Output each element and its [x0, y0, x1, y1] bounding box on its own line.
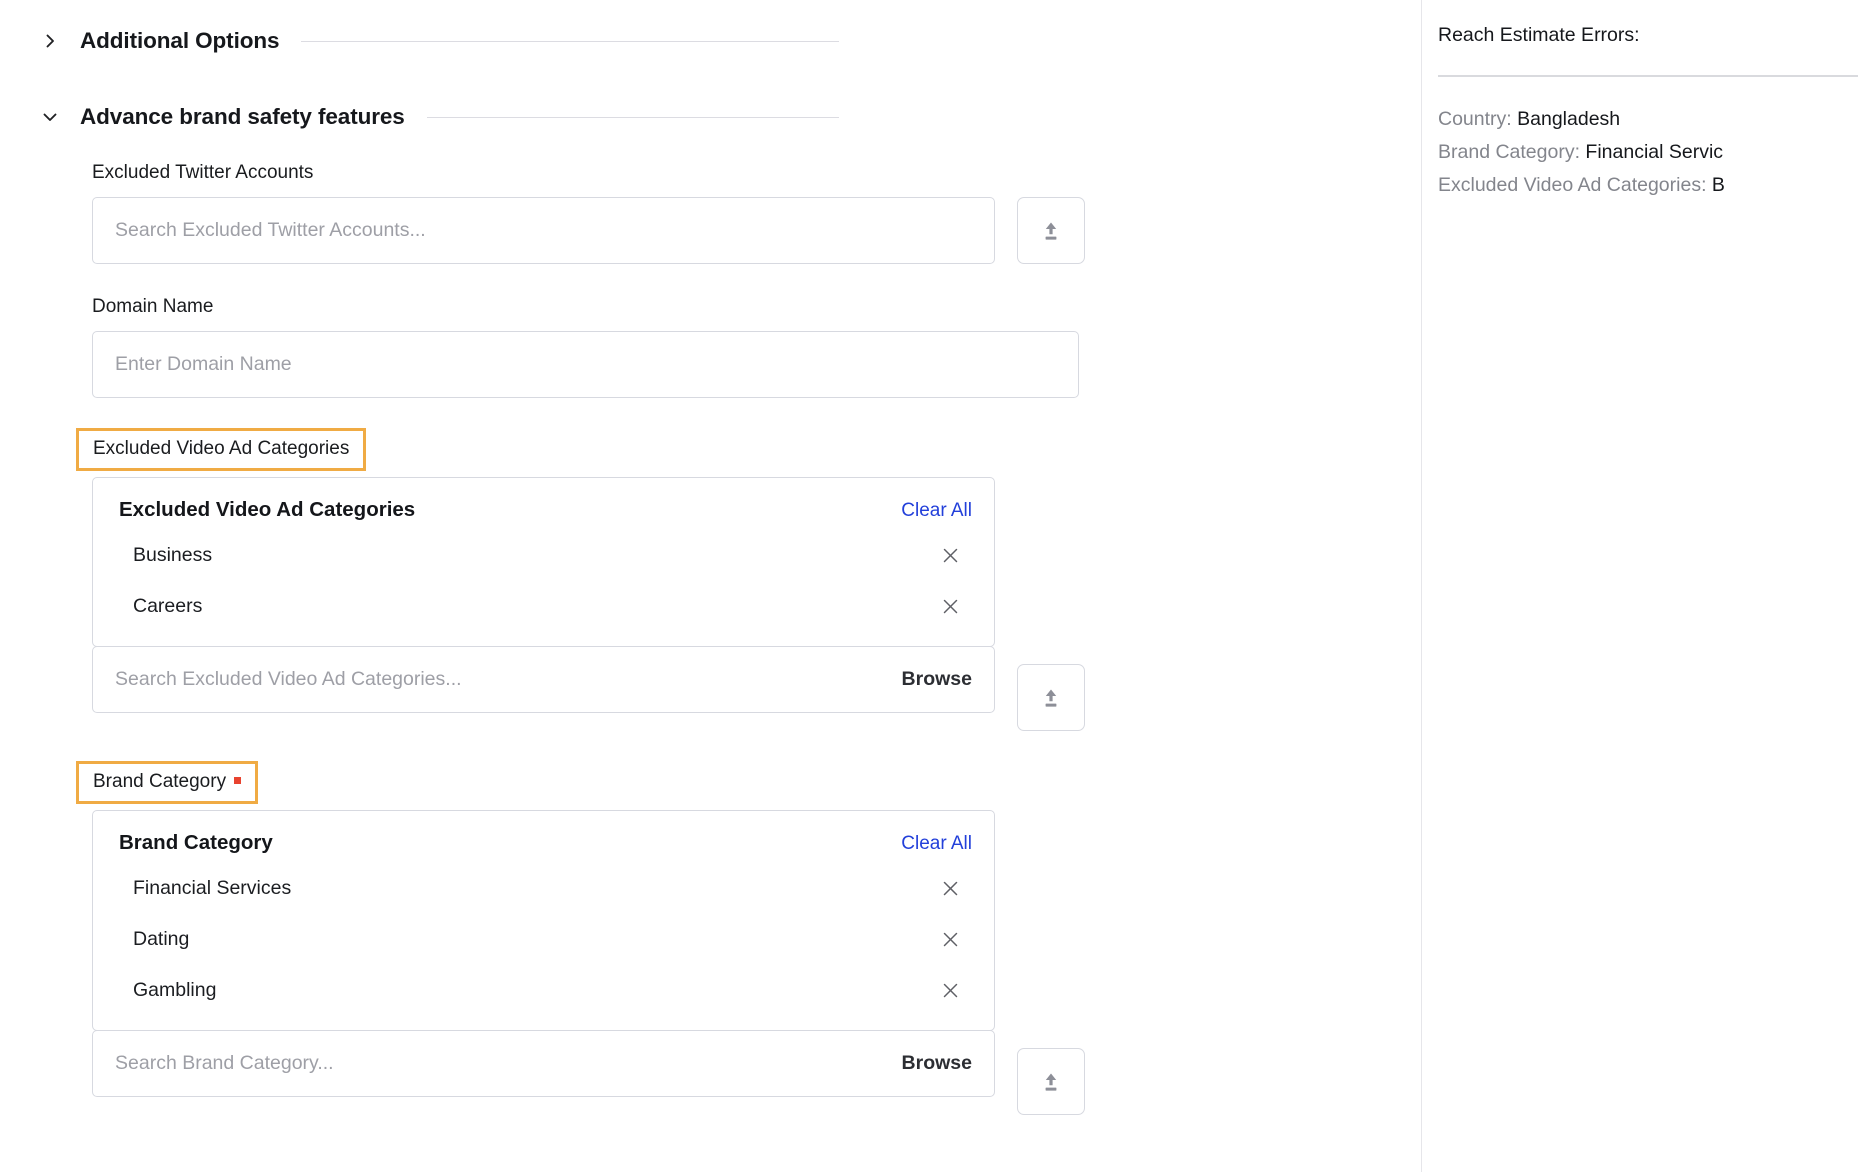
placeholder-text: Search Excluded Twitter Accounts...: [115, 219, 426, 241]
upload-button-twitter-accounts[interactable]: [1017, 197, 1085, 264]
excluded-video-ad-categories-label-highlight: Excluded Video Ad Categories: [76, 428, 367, 471]
reach-estimate-errors-title: Reach Estimate Errors:: [1438, 24, 1640, 46]
list-item-label: Financial Services: [133, 877, 292, 899]
chevron-down-icon: [42, 109, 58, 125]
excluded-video-ad-categories-control: Excluded Video Ad Categories Clear All B…: [92, 477, 1422, 731]
domain-name-input[interactable]: Enter Domain Name: [92, 331, 1079, 398]
list-item-label: Business: [133, 544, 213, 566]
list-item: Business: [93, 530, 994, 581]
remove-item-icon[interactable]: [938, 595, 962, 619]
section-header-additional-options[interactable]: Additional Options: [0, 28, 1422, 54]
list-item: Careers: [93, 581, 994, 632]
error-value: B: [1711, 174, 1725, 196]
error-line: Excluded Video Ad Categories: B: [1438, 169, 1872, 202]
list-item: Gambling: [93, 965, 994, 1016]
placeholder-text: Search Excluded Video Ad Categories...: [115, 668, 462, 690]
panel-header: Excluded Video Ad Categories Clear All: [93, 498, 994, 522]
excluded-twitter-accounts-row: Search Excluded Twitter Accounts...: [92, 197, 1422, 264]
panel-divider: [1438, 75, 1858, 77]
reach-estimate-errors-panel: Reach Estimate Errors: Country: Banglade…: [1422, 0, 1872, 1172]
excluded-twitter-accounts-input[interactable]: Search Excluded Twitter Accounts...: [92, 197, 995, 264]
clear-all-button-video-ad-categories[interactable]: Clear All: [901, 500, 972, 522]
field-excluded-twitter-accounts: Excluded Twitter Accounts Search Exclude…: [92, 130, 1422, 264]
upload-icon: [1038, 218, 1064, 244]
form-body: Excluded Twitter Accounts Search Exclude…: [0, 130, 1422, 1115]
upload-icon: [1038, 685, 1064, 711]
remove-item-icon[interactable]: [938, 544, 962, 568]
upload-button-brand-category[interactable]: [1017, 1048, 1085, 1115]
error-line: Country: Bangladesh: [1438, 103, 1872, 136]
remove-item-icon[interactable]: [938, 877, 962, 901]
browse-button-video-ad-categories[interactable]: Browse: [902, 668, 972, 691]
main-form-column: Additional Options Advance brand safety …: [0, 0, 1422, 1172]
excluded-twitter-accounts-label: Excluded Twitter Accounts: [92, 162, 314, 183]
excluded-video-ad-categories-panel: Excluded Video Ad Categories Clear All B…: [92, 477, 995, 647]
browse-button-brand-category[interactable]: Browse: [902, 1052, 972, 1075]
section-title: Additional Options: [80, 28, 280, 53]
panel-header: Brand Category Clear All: [93, 831, 994, 855]
upload-button-video-ad-categories[interactable]: [1017, 664, 1085, 731]
list-item-label: Careers: [133, 595, 203, 617]
domain-name-label: Domain Name: [92, 296, 214, 317]
required-indicator: [234, 777, 242, 784]
brand-category-stack: Brand Category Clear All Financial Servi…: [92, 810, 995, 1097]
field-excluded-video-ad-categories: Excluded Video Ad Categories Excluded Vi…: [76, 398, 1422, 731]
page-root: Additional Options Advance brand safety …: [0, 0, 1872, 1172]
error-value: Bangladesh: [1517, 108, 1621, 130]
remove-item-icon[interactable]: [938, 928, 962, 952]
section-title: Advance brand safety features: [80, 104, 405, 129]
brand-category-panel: Brand Category Clear All Financial Servi…: [92, 810, 995, 1031]
error-key: Excluded Video Ad Categories:: [1438, 174, 1707, 196]
placeholder-text: Enter Domain Name: [115, 353, 292, 375]
field-brand-category: Brand Category Brand Category Clear All …: [76, 731, 1422, 1115]
brand-category-control: Brand Category Clear All Financial Servi…: [92, 810, 1422, 1115]
error-key: Brand Category:: [1438, 141, 1580, 163]
list-item-label: Dating: [133, 928, 190, 950]
excluded-video-ad-categories-search-row[interactable]: Search Excluded Video Ad Categories... B…: [92, 646, 995, 713]
placeholder-text: Search Brand Category...: [115, 1052, 334, 1074]
upload-icon: [1038, 1069, 1064, 1095]
section-divider: [301, 40, 839, 42]
excluded-video-ad-categories-label: Excluded Video Ad Categories: [93, 438, 350, 459]
reach-estimate-errors-list: Country: Bangladesh Brand Category: Fina…: [1438, 103, 1872, 202]
panel-title: Excluded Video Ad Categories: [119, 498, 416, 521]
brand-category-search-row[interactable]: Search Brand Category... Browse: [92, 1030, 995, 1097]
error-line: Brand Category: Financial Servic: [1438, 136, 1872, 169]
field-domain-name: Domain Name Enter Domain Name: [92, 264, 1422, 398]
brand-category-label-highlight: Brand Category: [76, 761, 259, 804]
clear-all-button-brand-category[interactable]: Clear All: [901, 833, 972, 855]
error-value: Financial Servic: [1585, 141, 1724, 163]
brand-category-label-text: Brand Category: [93, 771, 227, 792]
panel-title: Brand Category: [119, 831, 273, 854]
list-item: Financial Services: [93, 863, 994, 914]
list-item-label: Gambling: [133, 979, 217, 1001]
section-header-advance-brand-safety[interactable]: Advance brand safety features: [0, 104, 1422, 130]
excluded-video-ad-categories-stack: Excluded Video Ad Categories Clear All B…: [92, 477, 995, 713]
brand-category-label: Brand Category: [93, 771, 242, 793]
section-divider: [426, 116, 839, 118]
remove-item-icon[interactable]: [938, 979, 962, 1003]
error-key: Country:: [1438, 108, 1512, 130]
chevron-right-icon: [42, 33, 58, 49]
list-item: Dating: [93, 914, 994, 965]
